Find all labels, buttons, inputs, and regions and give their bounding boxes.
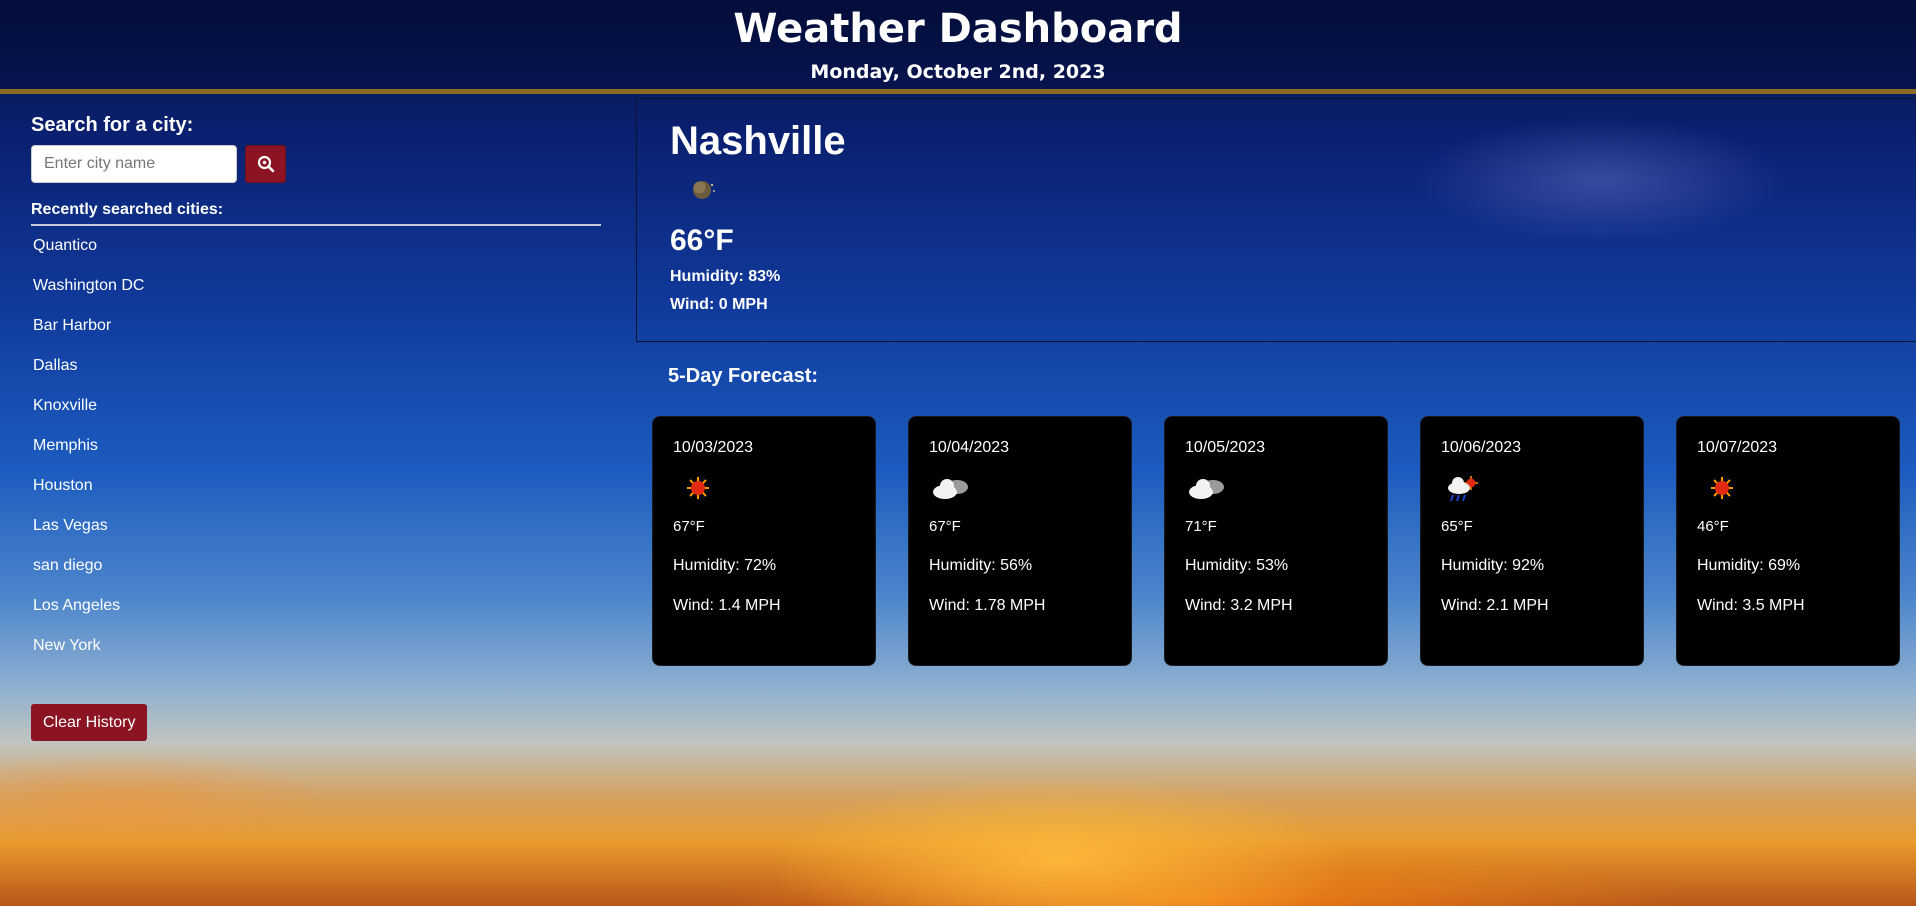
forecast-card: 10/04/2023 67°F Humidity: 56% Wind: 1.78… — [908, 416, 1132, 666]
forecast-date: 10/03/2023 — [673, 439, 754, 456]
recent-city-item[interactable]: Houston — [33, 477, 601, 517]
search-button[interactable] — [245, 145, 286, 183]
sun-icon — [687, 477, 709, 499]
recent-city-item[interactable]: Memphis — [33, 437, 601, 477]
forecast-humidity: Humidity: 92% — [1441, 557, 1545, 574]
recent-city-item[interactable]: Bar Harbor — [33, 317, 601, 357]
forecast-wind: Wind: 3.2 MPH — [1185, 597, 1293, 614]
current-weather-panel: Nashville 66°F Humidity: 83% Wind: 0 MPH — [636, 98, 1916, 342]
recent-city-item[interactable]: Washington DC — [33, 277, 601, 317]
forecast-cards: 10/03/2023 67°F Humidity: 72% Wind: 1.4 … — [652, 416, 1902, 668]
forecast-wind: Wind: 3.5 MPH — [1697, 597, 1805, 614]
forecast-humidity: Humidity: 56% — [929, 557, 1033, 574]
forecast-date: 10/05/2023 — [1185, 439, 1266, 456]
current-humidity: Humidity: 83% — [670, 268, 781, 285]
recent-city-item[interactable]: san diego — [33, 557, 601, 597]
forecast-card: 10/03/2023 67°F Humidity: 72% Wind: 1.4 … — [652, 416, 876, 666]
forecast-temperature: 46°F — [1697, 518, 1729, 535]
current-city-name: Nashville — [670, 119, 846, 163]
rain-sun-icon — [1448, 476, 1478, 502]
current-wind: Wind: 0 MPH — [670, 296, 768, 313]
recent-searches-label: Recently searched cities: — [31, 201, 601, 226]
forecast-date: 10/04/2023 — [929, 439, 1010, 456]
forecast-title: 5-Day Forecast: — [668, 365, 819, 387]
clear-history-button[interactable]: Clear History — [31, 704, 148, 741]
forecast-card: 10/06/2023 65°F Humidity: 92% Wind: 2.1 … — [1420, 416, 1644, 666]
forecast-humidity: Humidity: 69% — [1697, 557, 1801, 574]
recent-city-item[interactable]: Quantico — [33, 237, 601, 277]
forecast-card: 10/07/2023 46°F Humidity: 69% Wind: 3.5 … — [1676, 416, 1900, 666]
current-temperature: 66°F — [670, 224, 734, 257]
forecast-date: 10/07/2023 — [1697, 439, 1778, 456]
recent-city-item[interactable]: Los Angeles — [33, 597, 601, 637]
recent-city-item[interactable]: New York — [33, 637, 601, 677]
city-search-input[interactable] — [31, 145, 237, 183]
forecast-card: 10/05/2023 71°F Humidity: 53% Wind: 3.2 … — [1164, 416, 1388, 666]
forecast-wind: Wind: 2.1 MPH — [1441, 597, 1549, 614]
recent-city-list: Quantico Washington DC Bar Harbor Dallas Kno… — [33, 237, 601, 677]
recent-city-item[interactable]: Knoxville — [33, 397, 601, 437]
forecast-date: 10/06/2023 — [1441, 439, 1522, 456]
forecast-temperature: 67°F — [929, 518, 961, 535]
cloud-icon — [933, 479, 968, 499]
forecast-wind: Wind: 1.4 MPH — [673, 597, 781, 614]
page-title: Weather Dashboard — [733, 6, 1183, 52]
moon-clear-night-icon — [693, 181, 715, 199]
forecast-wind: Wind: 1.78 MPH — [929, 597, 1046, 614]
search-icon — [257, 155, 274, 173]
forecast-temperature: 71°F — [1185, 518, 1217, 535]
current-date: Monday, October 2nd, 2023 — [810, 61, 1106, 83]
search-label: Search for a city: — [31, 114, 194, 136]
forecast-temperature: 67°F — [673, 518, 705, 535]
sun-icon — [1711, 477, 1733, 499]
search-row — [31, 145, 601, 183]
page-header: Weather Dashboard Monday, October 2nd, 2… — [0, 3, 1916, 94]
cloud-icon — [1189, 479, 1224, 499]
recent-city-item[interactable]: Las Vegas — [33, 517, 601, 557]
search-sidebar: Search for a city: Recently searched cit… — [31, 114, 601, 677]
forecast-humidity: Humidity: 72% — [673, 557, 777, 574]
forecast-humidity: Humidity: 53% — [1185, 557, 1289, 574]
forecast-temperature: 65°F — [1441, 518, 1473, 535]
recent-city-item[interactable]: Dallas — [33, 357, 601, 397]
